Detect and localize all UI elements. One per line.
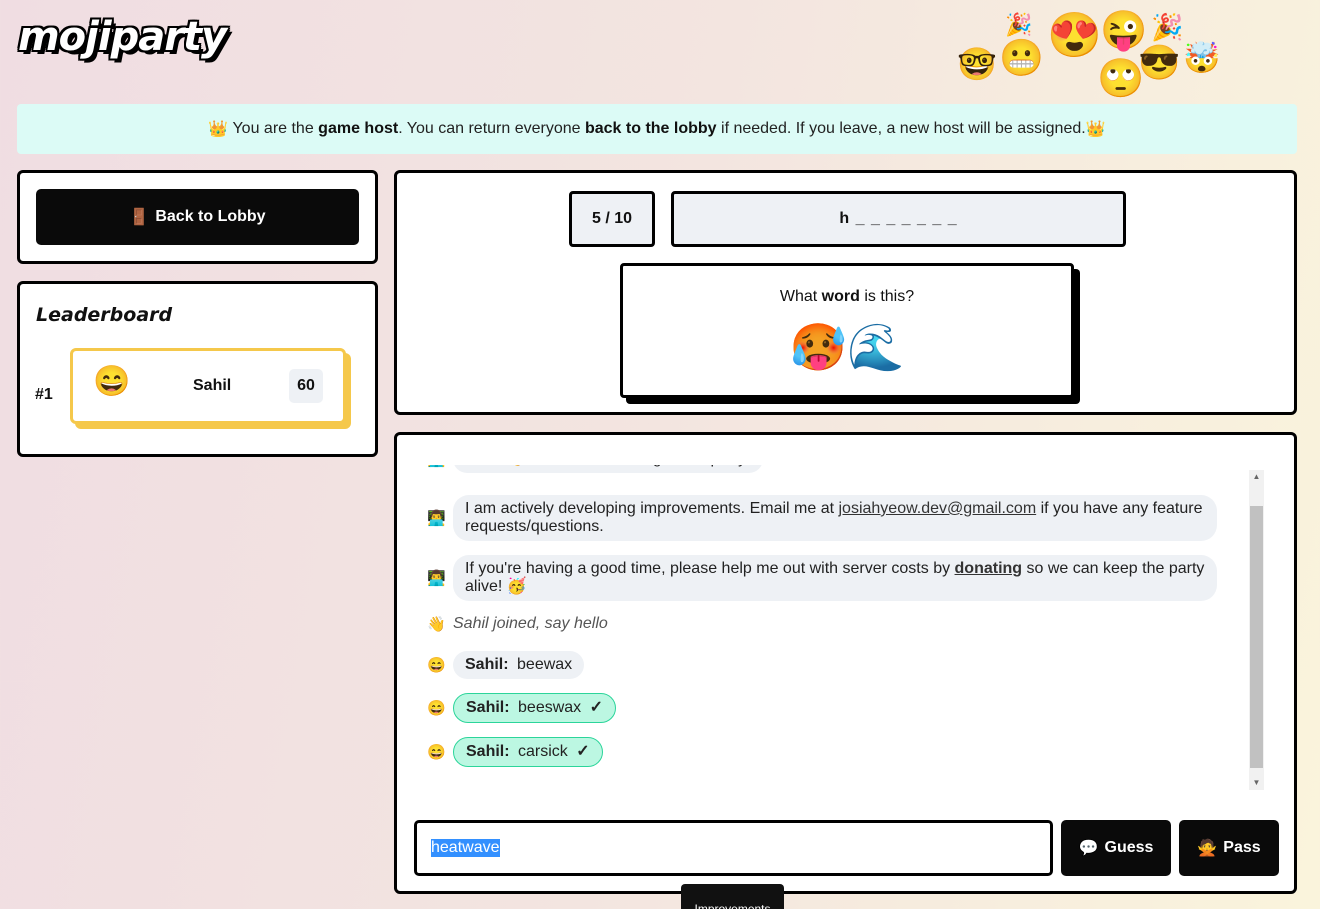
banner-host-label: game host — [318, 120, 399, 137]
lobby-panel: 🚪 Back to Lobby — [17, 170, 378, 264]
leaderboard-title: Leaderboard — [36, 304, 173, 326]
checkmark-icon: ✓ — [589, 699, 604, 716]
back-to-lobby-button[interactable]: 🚪 Back to Lobby — [36, 189, 359, 245]
message-text: I am actively developing improvements. E… — [465, 500, 839, 517]
guess-input-value: heatwave — [431, 839, 500, 857]
chat-message: 👨‍💻 If you're having a good time, please… — [427, 555, 1217, 601]
app-logo[interactable]: mojiparty — [18, 14, 227, 60]
puzzle-question: What word is this? — [623, 288, 1071, 306]
chat-message: 👨‍💻 Hello 👋 Thanks for coming to the par… — [427, 465, 763, 473]
scrollbar-thumb[interactable] — [1250, 506, 1263, 768]
sunglasses-emoji: 😎 — [1138, 44, 1181, 82]
leaderboard-rank: #1 — [35, 386, 53, 403]
nerd-face-emoji: 🤓 — [957, 46, 997, 82]
host-banner: 👑 You are the game host . You can return… — [17, 104, 1297, 154]
chat-panel: 👨‍💻 Hello 👋 Thanks for coming to the par… — [394, 432, 1297, 894]
crown-icon: 👑 — [1085, 121, 1106, 138]
guess-button-label: Guess — [1104, 839, 1154, 856]
game-panel: 5 / 10 h _ _ _ _ _ _ _ What word is this… — [394, 170, 1297, 415]
player-avatar: 😄 — [427, 744, 446, 761]
banner-text-pre: You are the — [228, 120, 319, 137]
checkmark-icon: ✓ — [576, 743, 590, 760]
guess-message: 😄 Sahil: beeswax ✓ — [427, 693, 617, 723]
emoji-puzzle: What word is this? 🥵🌊 — [620, 263, 1074, 398]
back-to-lobby-label: Back to Lobby — [155, 208, 266, 225]
player-name: Sahil — [193, 377, 232, 394]
guess-author: Sahil: — [465, 656, 509, 673]
correct-guess-bubble: Sahil: beeswax ✓ — [453, 693, 617, 723]
chat-message: 👨‍💻 I am actively developing improvement… — [427, 495, 1217, 541]
message-bubble: Hello 👋 Thanks for coming to the party! — [453, 465, 763, 473]
correct-guess-bubble: Sahil: carsick ✓ — [453, 737, 603, 767]
puzzle-emojis: 🥵🌊 — [789, 321, 905, 373]
player-avatar: 😄 — [427, 657, 446, 674]
guess-bubble: Sahil: beewax — [453, 651, 585, 679]
chat-scrollbar[interactable]: ▲ ▼ — [1249, 470, 1264, 790]
banner-lobby-label: back to the lobby — [584, 120, 717, 137]
donate-link[interactable]: donating — [955, 560, 1023, 577]
pass-button[interactable]: 🙅 Pass — [1179, 820, 1279, 876]
guess-author: Sahil: — [466, 699, 510, 716]
banner-text-post: if needed. If you leave, a new host will… — [716, 120, 1086, 137]
question-post: is this? — [859, 288, 915, 305]
message-bubble: I am actively developing improvements. E… — [453, 495, 1217, 541]
leaderboard-entry: 😄 Sahil 60 — [70, 348, 346, 424]
scroll-down-arrow-icon[interactable]: ▼ — [1249, 776, 1264, 790]
system-text: Sahil joined, say hello — [453, 615, 608, 632]
message-bubble: If you're having a good time, please hel… — [453, 555, 1217, 601]
guess-message: 😄 Sahil: beewax — [427, 651, 585, 679]
leaderboard-panel: Leaderboard #1 😄 Sahil 60 — [17, 281, 378, 457]
developer-avatar: 👨‍💻 — [427, 570, 446, 587]
word-hint: h _ _ _ _ _ _ _ — [671, 191, 1126, 247]
message-text: If you're having a good time, please hel… — [465, 560, 955, 577]
wave-icon: 👋 — [427, 616, 446, 633]
round-counter: 5 / 10 — [569, 191, 655, 247]
guess-text: beeswax — [518, 699, 582, 716]
guess-message: 😄 Sahil: carsick ✓ — [427, 737, 603, 767]
email-link[interactable]: josiahyeow.dev@gmail.com — [838, 500, 1036, 517]
player-avatar: 😄 — [93, 365, 131, 398]
system-message: 👋 Sahil joined, say hello — [427, 615, 608, 633]
party-popper-emoji: 🎉 — [1151, 12, 1184, 42]
guess-author: Sahil: — [466, 743, 510, 760]
crown-icon: 👑 — [208, 121, 229, 138]
exploding-head-emoji: 🤯 — [1183, 42, 1221, 75]
speech-bubble-icon: 💬 — [1078, 840, 1099, 857]
improvements-tooltip[interactable]: Improvements — [681, 884, 784, 909]
question-pre: What — [779, 288, 822, 305]
developer-avatar: 👨‍💻 — [427, 510, 446, 527]
player-score: 60 — [289, 369, 323, 403]
guess-text: beewax — [517, 656, 573, 673]
pass-button-label: Pass — [1223, 839, 1261, 856]
emoji-cloud-decoration: 🎉 😍 😜 🎉 🤓 😬 🙄 😎 🤯 — [955, 8, 1225, 108]
developer-avatar: 👨‍💻 — [427, 465, 453, 468]
player-avatar: 😄 — [427, 700, 446, 717]
door-icon: 🚪 — [129, 209, 150, 226]
guess-button[interactable]: 💬 Guess — [1061, 820, 1171, 876]
banner-text-mid: . You can return everyone — [398, 120, 585, 137]
chat-messages[interactable]: 👨‍💻 Hello 👋 Thanks for coming to the par… — [427, 465, 1247, 785]
scroll-up-arrow-icon[interactable]: ▲ — [1249, 470, 1264, 484]
grimacing-face-emoji: 😬 — [999, 37, 1044, 78]
party-face-emoji: 🎉 — [1005, 12, 1033, 37]
question-word: word — [821, 288, 860, 305]
heart-eyes-emoji: 😍 — [1047, 11, 1102, 60]
guess-text: carsick — [518, 743, 568, 760]
guess-input[interactable]: heatwave — [414, 820, 1053, 876]
gesture-no-icon: 🙅 — [1197, 840, 1218, 857]
